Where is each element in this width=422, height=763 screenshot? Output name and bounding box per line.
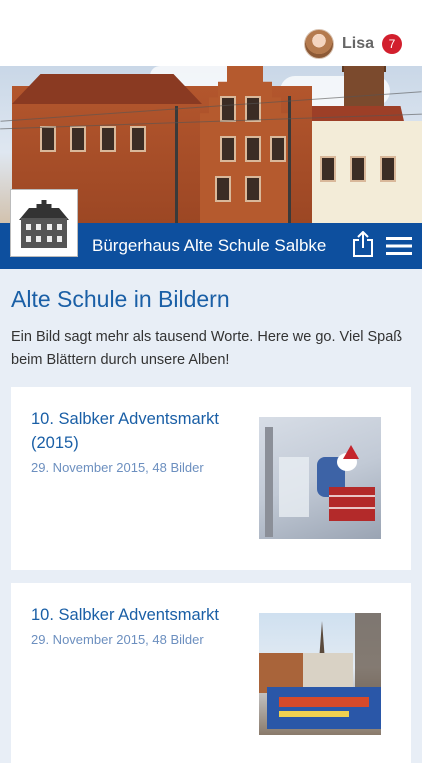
album-title[interactable]: 10. Salbker Adventsmarkt (2015): [31, 407, 231, 455]
share-icon[interactable]: [352, 231, 374, 257]
album-thumbnail[interactable]: [259, 613, 381, 735]
intro-text: Ein Bild sagt mehr als tausend Worte. He…: [11, 329, 403, 368]
user-avatar[interactable]: [303, 29, 334, 59]
album-card[interactable]: 10. Salbker Adventsmarkt 29. November 20…: [11, 583, 411, 763]
album-card[interactable]: 10. Salbker Adventsmarkt (2015) 29. Nove…: [11, 387, 411, 570]
album-meta: 29. November 2015, 48 Bilder: [31, 632, 204, 647]
album-meta: 29. November 2015, 48 Bilder: [31, 460, 204, 475]
page-title: Alte Schule in Bildern: [11, 286, 230, 312]
album-title[interactable]: 10. Salbker Adventsmarkt: [31, 603, 231, 627]
album-thumbnail[interactable]: [259, 417, 381, 539]
user-name[interactable]: Lisa: [342, 35, 374, 53]
user-menu[interactable]: Lisa 7: [303, 29, 402, 59]
notification-badge[interactable]: 7: [382, 34, 402, 54]
site-title[interactable]: Bürgerhaus Alte Schule Salbke: [92, 236, 326, 256]
hamburger-menu-icon[interactable]: [386, 236, 412, 256]
top-bar: Lisa 7: [0, 0, 422, 66]
site-logo[interactable]: [10, 189, 78, 257]
